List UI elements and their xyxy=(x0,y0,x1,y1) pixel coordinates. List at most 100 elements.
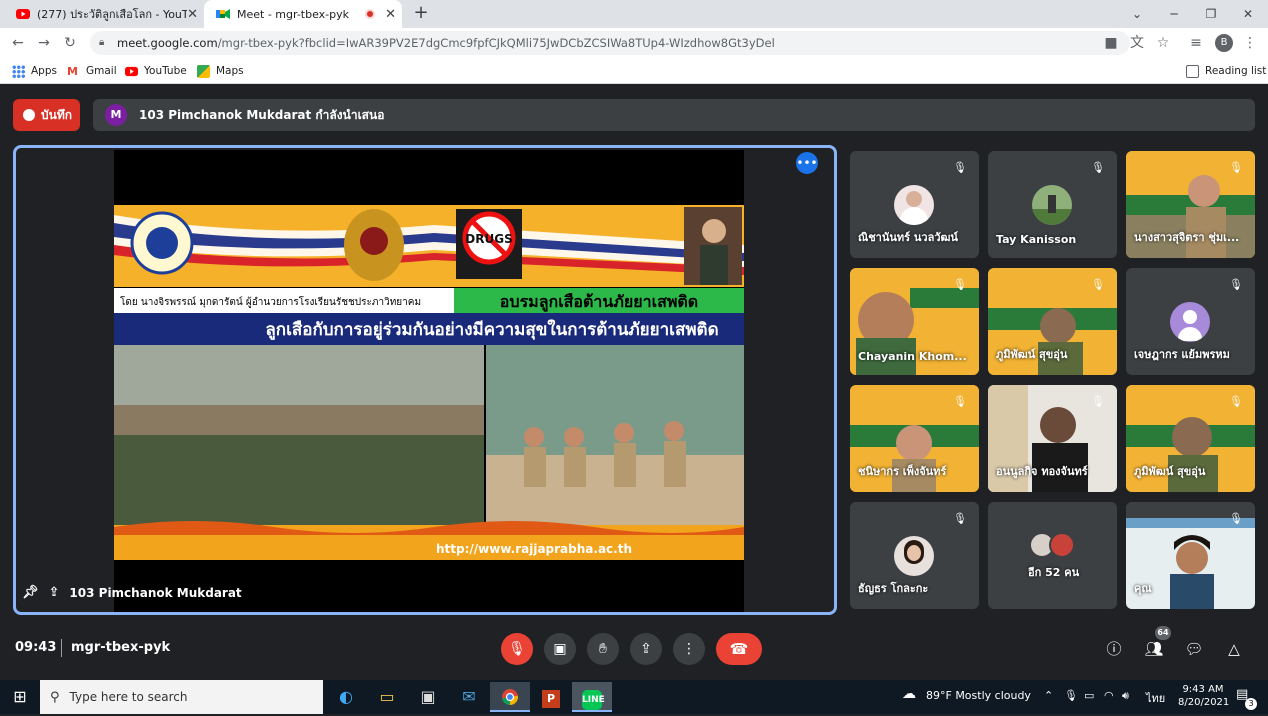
participant-tile[interactable]: 🎙︎ อนนูลกิจ ทองจันทร์ xyxy=(988,385,1117,492)
default-avatar-icon xyxy=(1170,302,1210,342)
file-explorer-app[interactable]: ▭ xyxy=(367,682,407,712)
start-button[interactable]: ⊞ xyxy=(0,682,40,712)
line-icon: LINE xyxy=(582,690,605,710)
people-count-badge: 64 xyxy=(1155,626,1171,640)
participant-tile[interactable]: 🎙︎ ชนิษากร เพ็งจันทร์ xyxy=(850,385,979,492)
present-now-button[interactable]: ⇪ xyxy=(630,633,662,665)
forward-icon[interactable]: → xyxy=(35,34,53,52)
participant-tile[interactable]: 🎙︎ ณิชานันทร์ นวลวัฒน์ xyxy=(850,151,979,258)
bookmark-youtube[interactable]: YouTube xyxy=(125,63,187,79)
activities-button[interactable]: △ xyxy=(1222,637,1246,661)
language-indicator[interactable]: ไทย xyxy=(1146,689,1165,707)
people-icon: 👥︎ xyxy=(1144,640,1164,658)
bookmark-apps[interactable]: Apps xyxy=(12,63,57,79)
profile-avatar[interactable]: B xyxy=(1215,34,1233,52)
mic-off-icon: 🎙︎ xyxy=(953,512,967,525)
weather-icon[interactable]: ☁︎ xyxy=(902,686,916,702)
mic-off-icon: 🎙︎ xyxy=(953,161,967,174)
more-participants-label: อีก 52 คน xyxy=(1028,566,1080,579)
main-stage[interactable]: DRUGS โดย นางจิรพรรณ์ มุกดารัตน์ ผู้อำนว… xyxy=(13,145,837,615)
powerpoint-app[interactable]: P xyxy=(531,682,571,712)
show-hidden-icons[interactable]: ⌃ xyxy=(1044,689,1053,702)
participant-tile[interactable]: 🎙︎ ภูมิพัฒน์ สุขอุ่น xyxy=(988,268,1117,375)
close-tab-icon[interactable]: ✕ xyxy=(187,7,198,22)
people-button[interactable]: 👥︎ xyxy=(1142,637,1166,661)
microphone-toggle-button[interactable]: 🎙︎ xyxy=(501,633,533,665)
maximize-button[interactable]: ❐ xyxy=(1201,4,1221,24)
mic-off-icon: 🎙︎ xyxy=(1091,278,1105,291)
reading-list-label: Reading list xyxy=(1205,65,1267,77)
wifi-icon[interactable]: ◠ xyxy=(1104,689,1114,702)
presentation-slide: DRUGS โดย นางจิรพรรณ์ มุกดารัตน์ ผู้อำนว… xyxy=(114,205,744,560)
camera-in-use-icon[interactable]: ■ xyxy=(1102,34,1120,52)
weather-text[interactable]: 89°F Mostly cloudy xyxy=(926,689,1031,702)
more-participants-tile[interactable]: อีก 52 คน xyxy=(988,502,1117,609)
presenting-screen-icon: ⇪ xyxy=(48,585,60,600)
participant-name: ธัญธร โกละกะ xyxy=(858,582,929,595)
system-clock[interactable]: 9:43 AM 8/20/2021 xyxy=(1178,683,1229,709)
reading-list-button[interactable]: Reading list xyxy=(1186,63,1266,79)
chat-icon: 💬︎ xyxy=(1184,640,1204,658)
menu-icon[interactable]: ⋮ xyxy=(1241,34,1259,52)
store-icon: ▣ xyxy=(420,687,436,706)
media-control-icon[interactable]: ≡ xyxy=(1187,34,1205,52)
mic-off-icon: 🎙︎ xyxy=(1229,278,1243,291)
participant-tile[interactable]: 🎙︎ Tay Kanisson xyxy=(988,151,1117,258)
chrome-app[interactable] xyxy=(490,682,530,712)
participant-name: ภูมิพัฒน์ สุขอุ่น xyxy=(996,348,1068,361)
volume-icon[interactable]: 🔊︎ xyxy=(1122,689,1129,703)
participant-tile[interactable]: 🎙︎ ธัญธร โกละกะ xyxy=(850,502,979,609)
bookmark-star-icon[interactable]: ☆ xyxy=(1154,34,1172,52)
apps-grid-icon xyxy=(12,64,25,78)
translate-icon[interactable]: 文 xyxy=(1128,34,1146,52)
store-app[interactable]: ▣ xyxy=(408,682,448,712)
bookmark-maps[interactable]: Maps xyxy=(197,63,244,79)
slide-presenter-line: โดย นางจิรพรรณ์ มุกดารัตน์ ผู้อำนวยการโร… xyxy=(120,295,421,308)
close-tab-icon[interactable]: ✕ xyxy=(385,7,396,22)
url-text[interactable]: meet.google.com/mgr-tbex-pyk?fbclid=IwAR… xyxy=(117,36,775,50)
pin-icon[interactable]: 📌︎ xyxy=(22,585,39,600)
activities-icon: △ xyxy=(1228,640,1240,658)
bookmark-gmail[interactable]: M Gmail xyxy=(67,63,117,79)
recording-button[interactable]: บันทึก xyxy=(13,99,80,131)
lock-icon[interactable]: 🔒︎ xyxy=(99,37,104,48)
mail-app[interactable]: ✉︎ xyxy=(449,682,489,712)
divider xyxy=(61,639,62,657)
reload-icon[interactable]: ↻ xyxy=(61,34,79,52)
tab-meet[interactable]: Meet - mgr-tbex-pyk ✕ xyxy=(204,0,402,28)
microphone-tray-icon[interactable]: 🎙︎ xyxy=(1064,689,1078,702)
tab-search-icon[interactable]: ⌄ xyxy=(1127,4,1147,24)
edge-app[interactable]: ◐ xyxy=(326,682,366,712)
new-tab-button[interactable]: + xyxy=(410,3,432,25)
participant-tile[interactable]: 🎙︎ Chayanin Khom... xyxy=(850,268,979,375)
powerpoint-icon: P xyxy=(542,690,560,708)
battery-icon[interactable]: ▭ xyxy=(1084,689,1094,702)
participant-tile[interactable]: 🎙︎ เจษฎากร แย้มพรหม xyxy=(1126,268,1255,375)
camera-toggle-button[interactable]: ▣ xyxy=(544,633,576,665)
speaking-indicator-icon: ••• xyxy=(796,152,818,174)
self-view-tile[interactable]: 🎙︎ คุณ xyxy=(1126,502,1255,609)
participant-tile[interactable]: 🎙︎ นางสาวสุจิตรา ชุ่มเ... xyxy=(1126,151,1255,258)
participant-name: ภูมิพัฒน์ สุขอุ่น xyxy=(1134,465,1206,478)
stage-label: 📌︎ ⇪ 103 Pimchanok Mukdarat xyxy=(22,585,242,600)
raise-hand-button[interactable]: ✋︎ xyxy=(587,633,619,665)
edge-icon: ◐ xyxy=(339,687,353,706)
leave-call-button[interactable]: ☎︎ xyxy=(716,633,762,665)
participant-tile[interactable]: 🎙︎ ภูมิพัฒน์ สุขอุ่น xyxy=(1126,385,1255,492)
minimize-button[interactable]: ─ xyxy=(1164,4,1184,24)
shared-screen: DRUGS โดย นางจิรพรรณ์ มุกดารัตน์ ผู้อำนว… xyxy=(114,150,744,612)
more-options-button[interactable]: ⋮ xyxy=(673,633,705,665)
close-window-button[interactable]: ✕ xyxy=(1238,4,1258,24)
chat-button[interactable]: 💬︎ xyxy=(1182,637,1206,661)
participant-avatar xyxy=(894,185,934,225)
gmail-icon: M xyxy=(67,64,78,78)
folder-icon: ▭ xyxy=(379,687,395,706)
line-app[interactable]: LINE xyxy=(572,682,612,712)
mic-off-icon: 🎙︎ xyxy=(1229,395,1243,408)
taskbar-search[interactable]: ⚲ Type here to search xyxy=(40,680,323,714)
meeting-details-button[interactable]: ⓘ xyxy=(1102,637,1126,661)
back-icon[interactable]: ← xyxy=(9,34,27,52)
tab-youtube[interactable]: (277) ประวัติลูกเสือโลก - YouTube ✕ xyxy=(8,0,204,28)
participant-name: ณิชานันทร์ นวลวัฒน์ xyxy=(858,231,958,244)
bookmark-label: Apps xyxy=(31,65,57,77)
